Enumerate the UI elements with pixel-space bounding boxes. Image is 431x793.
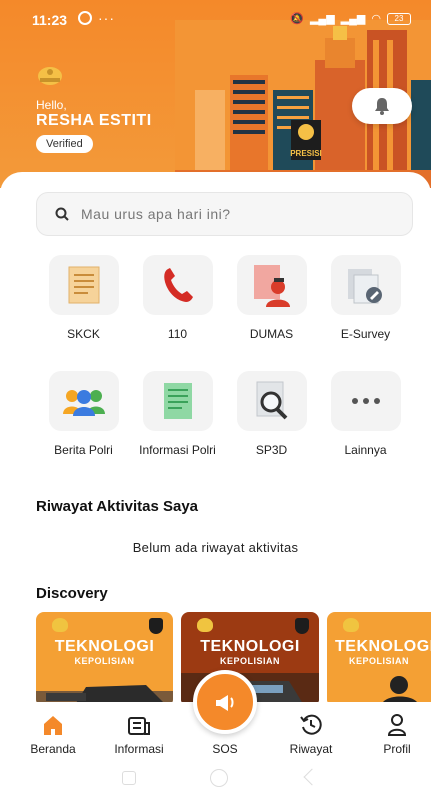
document-certificate-icon	[68, 266, 99, 304]
menu-item-110[interactable]: 110	[130, 255, 225, 341]
sos-button[interactable]	[193, 670, 257, 734]
user-name: RESHA ESTITI	[36, 112, 152, 129]
menu-label: DUMAS	[249, 327, 294, 341]
discovery-card[interactable]: TEKNOLOGI KEPOLISIAN	[36, 612, 173, 707]
magnifier-document-icon	[256, 381, 287, 420]
menu-item-berita-polri[interactable]: Berita Polri	[36, 371, 131, 457]
survey-edit-icon	[347, 269, 382, 304]
news-icon	[128, 717, 150, 735]
discovery-card-subtitle: KEPOLISIAN	[219, 656, 280, 666]
shield-badge-icon	[295, 618, 309, 634]
menu-label: Lainnya	[344, 443, 387, 457]
menu-item-e-survey[interactable]: E-Survey	[318, 255, 413, 341]
nav-label: Riwayat	[289, 742, 333, 756]
search-bar[interactable]	[36, 192, 413, 236]
police-emblem-icon	[343, 618, 359, 632]
discovery-card-title: TEKNOLOGI	[200, 638, 300, 655]
shield-badge-icon	[149, 618, 163, 634]
discovery-card[interactable]: TEKNOLOGI KEPOLISIAN	[327, 612, 431, 707]
menu-item-dumas[interactable]: DUMAS	[224, 255, 319, 341]
home-button-icon[interactable]	[210, 769, 228, 787]
discovery-card-title: TEKNOLOGI	[335, 638, 431, 655]
menu-item-lainnya[interactable]: Lainnya	[318, 371, 413, 457]
mute-icon: 🔕	[290, 13, 304, 25]
bell-icon	[375, 98, 389, 115]
menu-item-sp3d[interactable]: SP3D	[224, 371, 319, 457]
complaint-person-icon	[253, 265, 290, 307]
greeting: Hello,	[36, 98, 67, 112]
menu-label: Berita Polri	[54, 443, 113, 457]
home-icon	[44, 716, 62, 735]
activity-title: Riwayat Aktivitas Saya	[36, 498, 199, 515]
menu-item-skck[interactable]: SKCK	[36, 255, 131, 341]
nav-label: Informasi	[114, 742, 164, 756]
verified-badge: Verified	[36, 135, 93, 153]
notification-button[interactable]	[352, 88, 412, 124]
whatsapp-icon	[78, 11, 92, 25]
menu-label: Informasi Polri	[139, 443, 216, 457]
police-emblem-icon	[52, 618, 68, 632]
nav-item-riwayat[interactable]: Riwayat	[276, 702, 346, 756]
activity-empty-text: Belum ada riwayat aktivitas	[132, 540, 299, 555]
history-clock-icon	[300, 714, 322, 735]
police-emblem-icon	[197, 618, 213, 632]
menu-label: 110	[167, 327, 188, 341]
profile-icon	[387, 714, 407, 736]
nav-item-beranda[interactable]: Beranda	[18, 702, 88, 756]
search-icon	[55, 207, 69, 221]
menu-item-informasi-polri[interactable]: Informasi Polri	[130, 371, 225, 457]
recent-apps-icon[interactable]	[122, 771, 136, 785]
nav-label: Profil	[383, 742, 411, 756]
info-document-icon	[163, 383, 192, 419]
nav-label: SOS	[212, 742, 238, 756]
discovery-card-title: TEKNOLOGI	[54, 638, 155, 655]
sos-megaphone-icon	[216, 695, 234, 711]
signal-icon-2: ▂▄▆	[340, 13, 366, 25]
people-group-icon	[62, 390, 105, 416]
building-sign: PRESISI	[290, 149, 322, 158]
signal-icon: ▂▄▆	[309, 13, 335, 25]
back-icon[interactable]	[303, 768, 321, 786]
menu-label: SKCK	[67, 327, 100, 341]
status-time: 11:23	[32, 12, 68, 28]
status-bar: 11:23 ··· 🔕 ▂▄▆ ▂▄▆ ◠ 23	[0, 0, 431, 40]
discovery-card-subtitle: KEPOLISIAN	[74, 656, 135, 666]
status-more-dots: ···	[98, 10, 115, 26]
phone-icon	[163, 268, 193, 302]
menu-label: E-Survey	[340, 327, 391, 341]
search-input[interactable]	[81, 206, 381, 222]
nav-item-informasi[interactable]: Informasi	[104, 702, 174, 756]
menu-label: SP3D	[255, 443, 288, 457]
battery-icon: 23	[387, 12, 411, 25]
system-navigation-bar	[0, 763, 431, 793]
more-dots-icon	[351, 398, 380, 404]
discovery-card-subtitle: KEPOLISIAN	[349, 656, 410, 666]
police-emblem-icon	[38, 67, 62, 85]
nav-label: Beranda	[30, 742, 76, 756]
nav-item-profil[interactable]: Profil	[362, 702, 431, 756]
discovery-title: Discovery	[36, 585, 108, 602]
wifi-icon: ◠	[371, 13, 381, 25]
